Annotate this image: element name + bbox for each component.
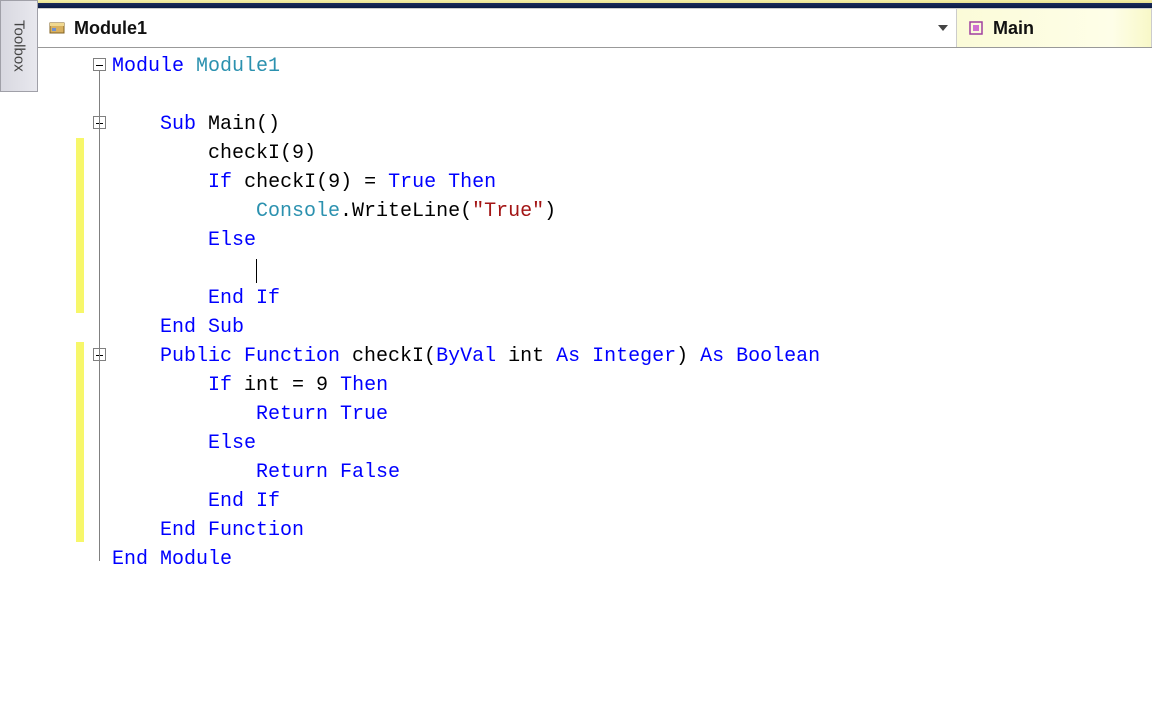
window-title-strip bbox=[0, 0, 1152, 8]
method-dropdown-text: Main bbox=[993, 18, 1034, 39]
code-line[interactable]: Return True bbox=[88, 400, 1152, 429]
code-line[interactable]: Module Module1 bbox=[88, 52, 1152, 81]
class-dropdown-text: Module1 bbox=[74, 18, 147, 39]
change-indicator bbox=[76, 342, 84, 542]
code-line[interactable]: Sub Main() bbox=[88, 110, 1152, 139]
toolbox-label: Toolbox bbox=[11, 20, 28, 72]
code-line[interactable]: Return False bbox=[88, 458, 1152, 487]
code-surface[interactable]: Module Module1 Sub Main() checkI(9) If c… bbox=[38, 48, 1152, 720]
code-line[interactable]: End Module bbox=[88, 545, 1152, 574]
code-editor: Module1 Main Module Module1 Sub Main( bbox=[38, 8, 1152, 720]
code-line[interactable]: End If bbox=[88, 284, 1152, 313]
module-icon bbox=[48, 19, 66, 37]
code-lines[interactable]: Module Module1 Sub Main() checkI(9) If c… bbox=[88, 48, 1152, 720]
toolbox-tab[interactable]: Toolbox bbox=[0, 0, 38, 92]
code-line[interactable]: End Sub bbox=[88, 313, 1152, 342]
chevron-down-icon bbox=[938, 25, 948, 31]
code-line[interactable]: Else bbox=[88, 226, 1152, 255]
change-indicator bbox=[76, 138, 84, 313]
method-dropdown[interactable]: Main bbox=[957, 9, 1152, 47]
code-line[interactable]: End If bbox=[88, 487, 1152, 516]
code-line[interactable]: Public Function checkI(ByVal int As Inte… bbox=[88, 342, 1152, 371]
code-line[interactable] bbox=[88, 255, 1152, 284]
code-line[interactable]: If int = 9 Then bbox=[88, 371, 1152, 400]
code-line[interactable]: Else bbox=[88, 429, 1152, 458]
code-line[interactable] bbox=[88, 81, 1152, 110]
code-line[interactable]: checkI(9) bbox=[88, 139, 1152, 168]
method-icon bbox=[967, 19, 985, 37]
class-dropdown[interactable]: Module1 bbox=[38, 9, 957, 47]
gutter bbox=[38, 48, 88, 720]
text-cursor bbox=[256, 259, 257, 283]
navigation-bar: Module1 Main bbox=[38, 8, 1152, 48]
code-line[interactable]: Console.WriteLine("True") bbox=[88, 197, 1152, 226]
code-line[interactable]: End Function bbox=[88, 516, 1152, 545]
code-line[interactable]: If checkI(9) = True Then bbox=[88, 168, 1152, 197]
